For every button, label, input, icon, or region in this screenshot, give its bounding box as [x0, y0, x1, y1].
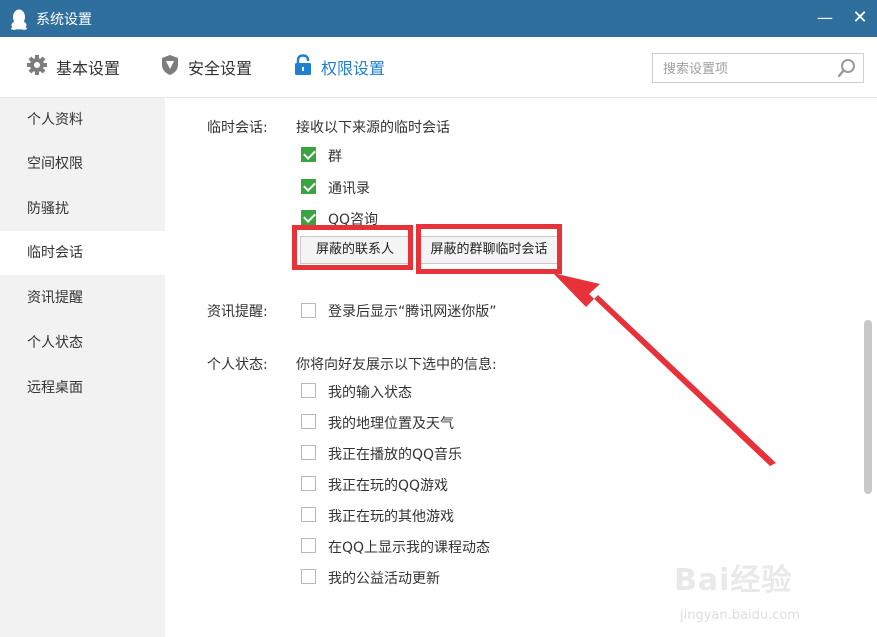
blocked-group-temp-chat-button[interactable]: 屏蔽的群聊临时会话: [419, 236, 559, 264]
shield-icon: [160, 54, 188, 80]
lock-icon: [293, 54, 321, 80]
content-scrollbar[interactable]: [864, 320, 872, 494]
search-input[interactable]: [661, 55, 835, 83]
gear-icon: [26, 54, 56, 80]
checkbox-qq-consult-temp-chat[interactable]: [301, 210, 316, 225]
option-qq-consult-label: QQ咨询: [328, 212, 379, 228]
option-typing-status-label: 我的输入状态: [328, 385, 412, 401]
checkbox-course-updates[interactable]: [301, 538, 316, 553]
checkbox-show-tencent-mini[interactable]: [301, 303, 316, 318]
checkbox-other-game[interactable]: [301, 507, 316, 522]
checkbox-typing-status[interactable]: [301, 383, 316, 398]
tab-permission-settings[interactable]: 权限设置: [293, 53, 385, 81]
option-qq-music-label: 我正在播放的QQ音乐: [328, 447, 463, 463]
personal-status-section-label: 个人状态:: [207, 357, 268, 373]
checkbox-location-weather[interactable]: [301, 414, 316, 429]
close-button[interactable]: ✕: [847, 6, 873, 30]
tab-permission-settings-label: 权限设置: [321, 59, 386, 78]
tab-security-settings-label: 安全设置: [188, 59, 253, 78]
baidu-jingyan-watermark: Bai经验 jingyan.baidu.com: [660, 540, 840, 635]
personal-status-description: 你将向好友展示以下选中的信息:: [296, 357, 497, 373]
title-bar: 系统设置 — ✕: [0, 0, 877, 37]
search-icon[interactable]: [837, 58, 857, 78]
checkbox-charity-updates[interactable]: [301, 569, 316, 584]
option-course-updates-label: 在QQ上显示我的课程动态: [328, 540, 491, 556]
settings-tabbar: 基本设置 安全设置 权限设置: [0, 37, 877, 98]
news-reminder-section-label: 资讯提醒:: [207, 304, 268, 320]
checkbox-group-temp-chat[interactable]: [301, 147, 316, 162]
temp-chat-description: 接收以下来源的临时会话: [296, 120, 450, 136]
sidebar-item-temp-chat[interactable]: 临时会话: [0, 231, 165, 275]
blocked-contacts-button[interactable]: 屏蔽的联系人: [300, 236, 410, 264]
option-group-label: 群: [328, 149, 342, 165]
qq-penguin-icon: [10, 8, 28, 30]
checkbox-qq-game[interactable]: [301, 476, 316, 491]
option-qq-game-label: 我正在玩的QQ游戏: [328, 478, 449, 494]
option-charity-updates-label: 我的公益活动更新: [328, 571, 440, 587]
watermark-brand: Bai经验: [674, 563, 793, 598]
sidebar-item-anti-harassment[interactable]: 防骚扰: [0, 187, 165, 231]
option-contacts-label: 通讯录: [328, 181, 370, 197]
settings-window: 系统设置 — ✕ 基本设置 安全设置 权限设置 搜索设置项 个人资料 空间权限 …: [0, 0, 877, 637]
tab-basic-settings[interactable]: 基本设置: [26, 53, 120, 81]
settings-search-box: [652, 53, 864, 83]
window-title: 系统设置: [36, 12, 92, 28]
settings-sidebar: 个人资料 空间权限 防骚扰 临时会话 资讯提醒 个人状态 远程桌面: [0, 98, 165, 637]
minimize-button[interactable]: —: [812, 6, 838, 30]
option-location-weather-label: 我的地理位置及天气: [328, 416, 454, 432]
sidebar-item-remote-desktop[interactable]: 远程桌面: [0, 366, 165, 410]
option-show-tencent-mini-label: 登录后显示“腾讯网迷你版”: [328, 304, 497, 320]
checkbox-contacts-temp-chat[interactable]: [301, 179, 316, 194]
tab-security-settings[interactable]: 安全设置: [160, 53, 252, 81]
sidebar-item-personal-status[interactable]: 个人状态: [0, 321, 165, 365]
tab-basic-settings-label: 基本设置: [56, 59, 121, 78]
temp-chat-section-label: 临时会话:: [207, 120, 268, 136]
sidebar-item-news-reminder[interactable]: 资讯提醒: [0, 276, 165, 320]
sidebar-item-profile[interactable]: 个人资料: [0, 98, 165, 142]
sidebar-item-space-permission[interactable]: 空间权限: [0, 142, 165, 186]
option-other-game-label: 我正在玩的其他游戏: [328, 509, 454, 525]
watermark-url: jingyan.baidu.com: [680, 608, 800, 623]
checkbox-qq-music[interactable]: [301, 445, 316, 460]
